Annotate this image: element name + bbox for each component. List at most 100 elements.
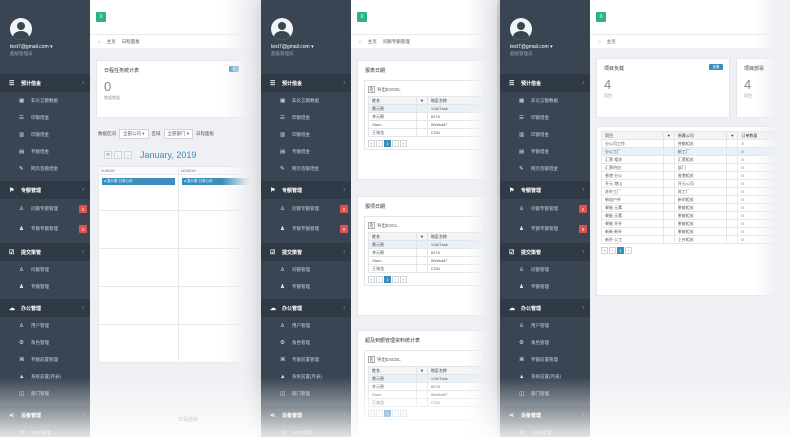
sidebar-item[interactable]: ♙ 问额专额管理 0: [261, 199, 351, 219]
sidebar-section[interactable]: ☁ 办公管理 ‹: [261, 299, 351, 317]
table-row[interactable]: 王海龙 CGN: [368, 128, 489, 137]
table-row[interactable]: 王海龙 CGN: [368, 398, 489, 407]
page-button[interactable]: »: [400, 410, 407, 417]
page-button[interactable]: 1: [384, 140, 391, 147]
column-header[interactable]: ▼: [415, 366, 428, 375]
column-header[interactable]: 姓名: [368, 96, 417, 105]
page-button[interactable]: ›: [392, 140, 399, 147]
table-row[interactable]: Glam Weeball7: [368, 120, 489, 129]
table-row[interactable]: 分公工厂 新工厂 0: [601, 147, 790, 156]
filter-icon[interactable]: ▼: [420, 234, 424, 239]
calendar-day[interactable]: [98, 324, 179, 363]
sidebar-item[interactable]: ◫ 部门管理: [500, 385, 590, 402]
sidebar-item[interactable]: ♟ 专额专额管理 0: [261, 219, 351, 239]
column-header[interactable]: 姓名: [368, 232, 417, 241]
sidebar-item[interactable]: ♟ 专额管理: [261, 278, 351, 295]
menu-toggle-button[interactable]: ≡: [596, 12, 606, 22]
filter-icon[interactable]: ▼: [420, 98, 424, 103]
sidebar-item[interactable]: ◫ 部门管理: [0, 385, 90, 402]
page-button[interactable]: ›: [625, 247, 632, 254]
table-row[interactable]: 汇票供应 部门 0: [601, 163, 790, 172]
sidebar-item[interactable]: ♟ 专额管理: [500, 278, 590, 295]
sidebar-item[interactable]: ▤ 专额借金: [261, 143, 351, 160]
page-button[interactable]: ›: [392, 410, 399, 417]
calendar-day[interactable]: [98, 248, 179, 287]
sidebar-item[interactable]: ▦ 非论言额数据: [261, 92, 351, 109]
sidebar-section[interactable]: ☁ 办公管理 ‹: [500, 299, 590, 317]
calendar-event[interactable]: ● 暂计数 日常公司: [182, 178, 250, 185]
table-row[interactable]: 李元朝 6078: [368, 382, 489, 391]
table-row[interactable]: 王海龙 CGN: [368, 264, 489, 273]
card-action-button[interactable]: 查: [229, 66, 239, 72]
table-row[interactable]: 需元朝 11/6/Task: [368, 240, 489, 249]
table-row[interactable]: 李元朝 6078: [368, 248, 489, 257]
table-row[interactable]: 果能 元素 果能相关 0: [601, 211, 790, 220]
sidebar-item[interactable]: ⌘ 专额前置管理: [0, 351, 90, 368]
breadcrumb-item[interactable]: 主页: [368, 39, 377, 45]
sidebar-section[interactable]: ☑ 提交策管 ‹: [0, 243, 90, 261]
sidebar-item[interactable]: ▤ 专额借金: [500, 143, 590, 160]
filter-icon[interactable]: ▼: [420, 368, 424, 373]
sidebar-item[interactable]: ▲ 系统前置(月表): [500, 368, 590, 385]
column-header[interactable]: 地区名称: [426, 232, 489, 241]
avatar[interactable]: [10, 18, 32, 40]
column-header[interactable]: ▼: [415, 232, 428, 241]
sidebar-item[interactable]: ▥ 印额借金: [0, 126, 90, 143]
sidebar-section[interactable]: ⚑ 专额管理 ‹: [0, 181, 90, 199]
sidebar-item[interactable]: ▤ 专额借金: [0, 143, 90, 160]
sidebar-item[interactable]: ▲ 系统前置(月表): [261, 368, 351, 385]
sidebar-item[interactable]: ⚙ 角色管理: [0, 334, 90, 351]
page-button[interactable]: «: [368, 140, 375, 147]
breadcrumb-item[interactable]: 日程面板: [122, 39, 140, 45]
export-icon[interactable]: ⎘: [368, 356, 375, 363]
table-row[interactable]: 果能 元素 果能相关 0: [601, 203, 790, 212]
table-row[interactable]: 新外 公工 上外相关 0: [601, 235, 790, 244]
table-row[interactable]: 需元朝 11/6/Task: [368, 104, 489, 113]
export-button[interactable]: 导出EXCL: [377, 223, 398, 229]
calendar-today-button[interactable]: ⟳: [104, 151, 112, 159]
column-header[interactable]: ▼: [726, 131, 739, 140]
sidebar-item[interactable]: ✎ 网页签额借金: [261, 160, 351, 177]
sidebar-section[interactable]: ☑ 提交策管 ‹: [500, 243, 590, 261]
page-button[interactable]: ‹: [376, 140, 383, 147]
sidebar-item[interactable]: ▥ 印额借金: [261, 126, 351, 143]
calendar-day[interactable]: ● 暂计数 日常公司: [178, 174, 254, 211]
table-row[interactable]: 汇票 相关 汇票相关 0: [601, 155, 790, 164]
calendar-day[interactable]: [98, 286, 179, 325]
sidebar-section[interactable]: ⋖ 设备管理 ‹: [261, 406, 351, 424]
table-row[interactable]: 分公司工作 苍额相关 3: [601, 139, 790, 148]
sidebar-item[interactable]: ✎ 网页签额借金: [0, 160, 90, 177]
filter-icon[interactable]: ▼: [730, 133, 734, 138]
sidebar-item[interactable]: ⌘ 专额前置管理: [500, 351, 590, 368]
sidebar-section[interactable]: ⋖ 设备管理 ‹: [500, 406, 590, 424]
sidebar-item[interactable]: ▲ 系统前置(月表): [0, 368, 90, 385]
sidebar-item[interactable]: ♙ 问额管理: [0, 261, 90, 278]
table-row[interactable]: 开元 港山 开元公司 0: [601, 179, 790, 188]
card-action-button[interactable]: 查看: [709, 64, 723, 70]
sidebar-section[interactable]: ⚑ 专额管理 ‹: [261, 181, 351, 199]
department-select[interactable]: 全部部门 ▾: [163, 129, 194, 139]
sidebar-item[interactable]: ☏ VOIP管理: [0, 424, 90, 437]
sidebar-item[interactable]: ☰ 印额借金: [261, 109, 351, 126]
sidebar-item[interactable]: ♟ 专额专额管理 0: [500, 219, 590, 239]
sidebar-item[interactable]: ✎ 网页签额借金: [500, 160, 590, 177]
page-button[interactable]: ‹: [609, 247, 616, 254]
table-row[interactable]: 香港 分公 香港相关 0: [601, 171, 790, 180]
sidebar-item[interactable]: ☏ VOIP管理: [500, 424, 590, 437]
sidebar-item[interactable]: ♙ 问额管理: [500, 261, 590, 278]
sidebar-item[interactable]: ♙ 用户管理: [261, 317, 351, 334]
column-header[interactable]: 订单数量: [737, 131, 790, 140]
page-button[interactable]: «: [368, 410, 375, 417]
user-email[interactable]: test7@gmail.com ▾: [271, 44, 351, 50]
page-button[interactable]: 1: [384, 276, 391, 283]
sidebar-item[interactable]: ♟ 专额管理: [0, 278, 90, 295]
export-button[interactable]: 导出EXCEL: [377, 87, 401, 93]
sidebar-item[interactable]: ☰ 印额借金: [0, 109, 90, 126]
sidebar-section[interactable]: ⋖ 设备管理 ‹: [0, 406, 90, 424]
sidebar-item[interactable]: ☏ VOIP管理: [261, 424, 351, 437]
calendar-day[interactable]: 27: [178, 286, 254, 325]
sidebar-section[interactable]: ☰ 预计借金 ‹: [261, 74, 351, 92]
page-button[interactable]: ‹: [376, 276, 383, 283]
sidebar-item[interactable]: ♙ 问额专额管理 0: [500, 199, 590, 219]
sidebar-item[interactable]: ▥ 印额借金: [500, 126, 590, 143]
